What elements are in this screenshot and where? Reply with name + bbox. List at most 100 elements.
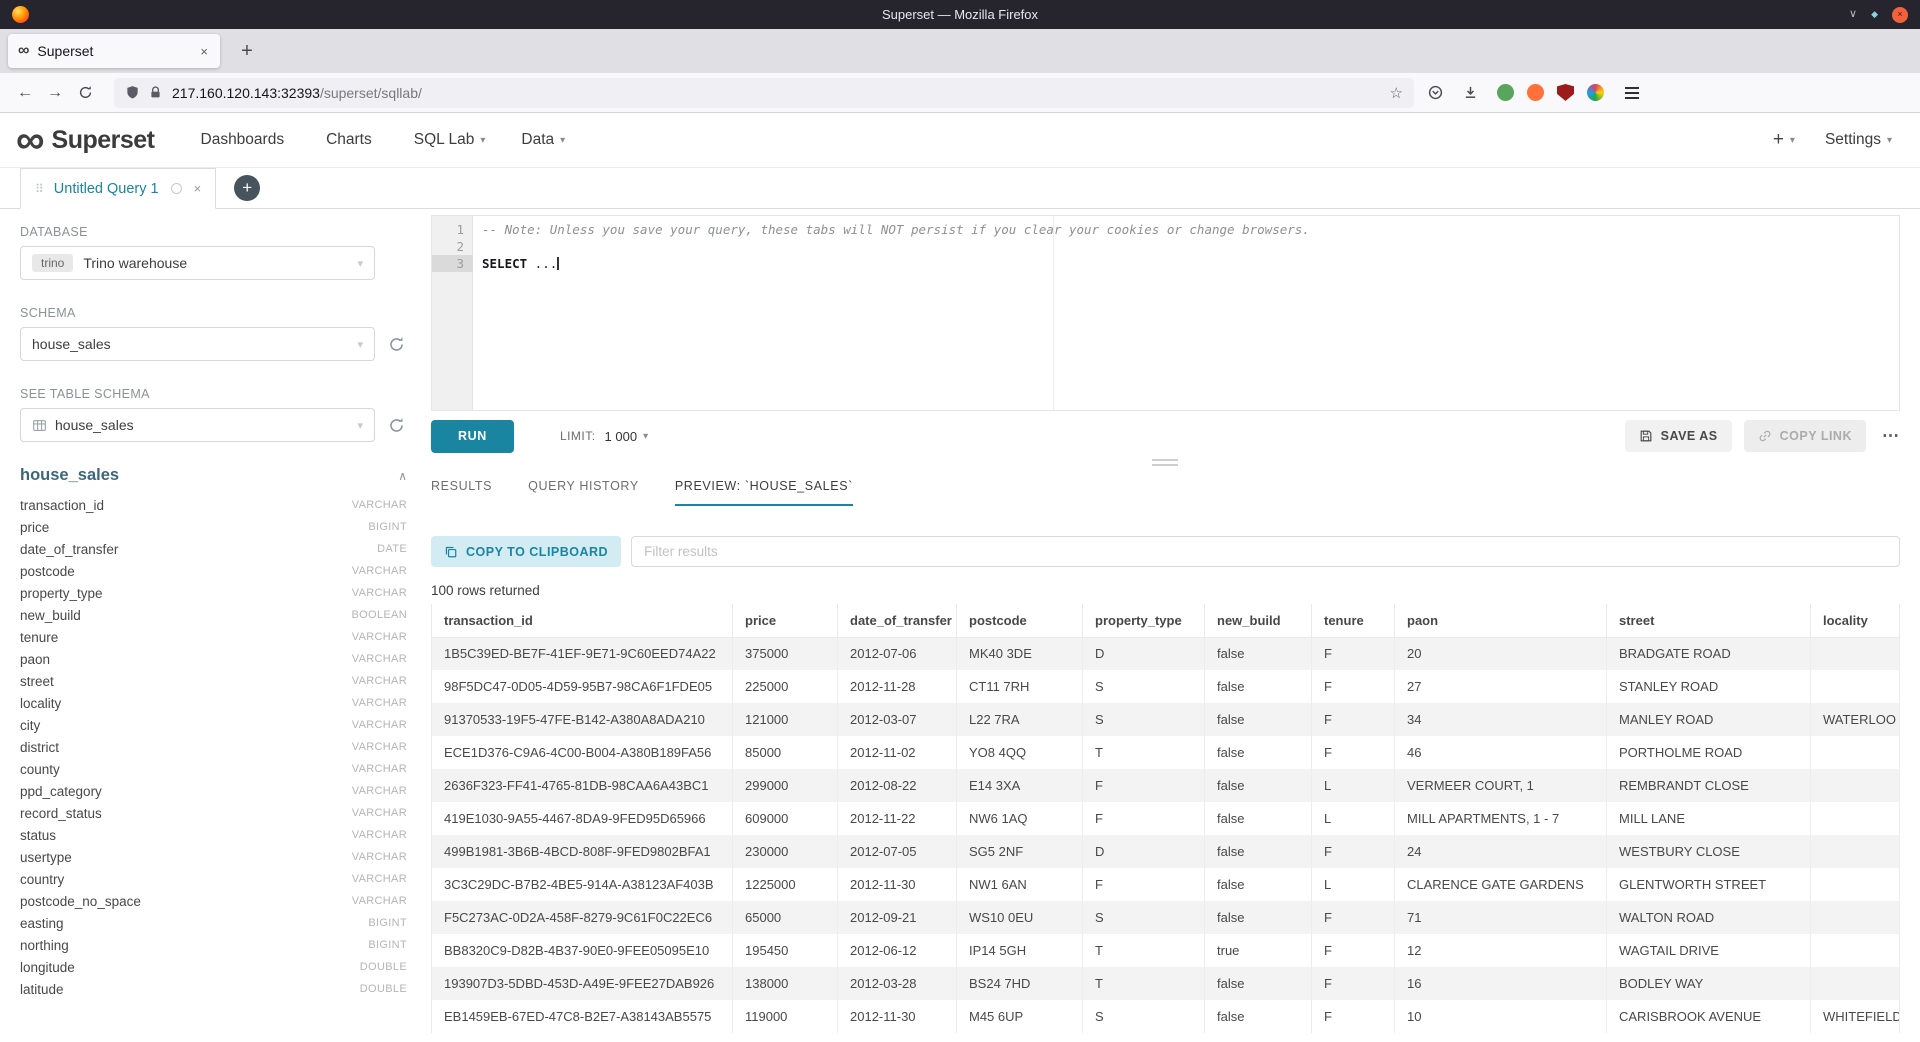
refresh-schemas-icon[interactable] — [388, 336, 405, 353]
grid-cell: F — [1312, 637, 1395, 670]
grid-cell: 2012-06-12 — [838, 934, 957, 967]
copy-link-button[interactable]: COPY LINK — [1744, 420, 1866, 452]
window-close-icon[interactable]: × — [1892, 7, 1908, 23]
forward-button[interactable]: → — [40, 78, 70, 108]
table-schema-title[interactable]: house_sales — [20, 466, 119, 485]
grid-row[interactable]: 1B5C39ED-BE7F-41EF-9E71-9C60EED74A22 375… — [432, 637, 1900, 670]
grid-cell: MANLEY ROAD — [1607, 703, 1811, 736]
extension-icon[interactable] — [1527, 84, 1544, 101]
grid-column-header[interactable]: price — [733, 604, 838, 637]
grid-cell: 85000 — [733, 736, 838, 769]
column-type: VARCHAR — [352, 653, 407, 665]
grid-column-header[interactable]: property_type — [1083, 604, 1205, 637]
column-name: longitude — [20, 960, 75, 975]
results-tab[interactable]: QUERY HISTORY — [528, 479, 639, 506]
grid-row[interactable]: 419E1030-9A55-4467-8DA9-9FED95D65966 609… — [432, 802, 1900, 835]
grid-row[interactable]: 499B1981-3B6B-4BCD-808F-9FED9802BFA1 230… — [432, 835, 1900, 868]
column-name: latitude — [20, 982, 64, 997]
limit-dropdown[interactable]: LIMIT: 1 000 ▾ — [560, 429, 648, 444]
column-row: county VARCHAR — [20, 758, 407, 780]
new-query-tab-button[interactable]: + — [234, 175, 260, 201]
grid-cell: CT11 7RH — [957, 670, 1083, 703]
copy-to-clipboard-button[interactable]: COPY TO CLIPBOARD — [431, 536, 621, 567]
grid-row[interactable]: BB8320C9-D82B-4B37-90E0-9FEE05095E10 195… — [432, 934, 1900, 967]
grid-column-header[interactable]: locality — [1811, 604, 1900, 637]
browser-tab[interactable]: ∞ Superset × — [8, 34, 220, 68]
grid-column-header[interactable]: date_of_transfer — [838, 604, 957, 637]
column-type: VARCHAR — [352, 697, 407, 709]
column-row: new_build BOOLEAN — [20, 604, 407, 626]
url-bar[interactable]: 217.160.120.143:32393/superset/sqllab/ ☆ — [114, 78, 1414, 108]
results-tab[interactable]: PREVIEW: `HOUSE_SALES` — [675, 479, 853, 506]
grid-cell: 121000 — [733, 703, 838, 736]
filter-results-input[interactable] — [631, 536, 1900, 567]
bookmark-star-icon[interactable]: ☆ — [1390, 84, 1403, 102]
nav-item[interactable]: Data ▾ — [521, 131, 565, 149]
grid-column-header[interactable]: new_build — [1205, 604, 1312, 637]
lock-icon[interactable] — [148, 85, 163, 100]
results-tab-label: QUERY HISTORY — [528, 479, 639, 493]
column-type: VARCHAR — [352, 719, 407, 731]
superset-logo[interactable]: ∞ Superset — [16, 124, 155, 156]
grid-column-header[interactable]: postcode — [957, 604, 1083, 637]
more-options-button[interactable]: ⋯ — [1882, 426, 1900, 446]
schema-select[interactable]: house_sales ▾ — [20, 327, 375, 361]
grid-row[interactable]: 98F5DC47-0D05-4D59-95B7-98CA6F1FDE05 225… — [432, 670, 1900, 703]
query-tab[interactable]: ⠿ Untitled Query 1 × — [20, 168, 216, 209]
menu-icon[interactable] — [1618, 79, 1646, 107]
grid-cell: 1B5C39ED-BE7F-41EF-9E71-9C60EED74A22 — [432, 637, 733, 670]
extension-icon[interactable] — [1497, 84, 1514, 101]
grid-cell: 1225000 — [733, 868, 838, 901]
refresh-tables-icon[interactable] — [388, 417, 405, 434]
window-minimize-icon[interactable]: ∨ — [1849, 9, 1857, 20]
settings-menu-button[interactable]: Settings ▾ — [1825, 131, 1892, 149]
chevron-up-icon[interactable]: ∧ — [398, 469, 407, 483]
grid-cell: 91370533-19F5-47FE-B142-A380A8ADA210 — [432, 703, 733, 736]
tracking-protection-shield-icon[interactable] — [125, 85, 140, 100]
grid-row[interactable]: ECE1D376-C9A6-4C00-B004-A380B189FA56 850… — [432, 736, 1900, 769]
grid-row[interactable]: 2636F323-FF41-4765-81DB-98CAA6A43BC1 299… — [432, 769, 1900, 802]
save-icon — [1639, 429, 1653, 443]
grid-cell — [1811, 901, 1900, 934]
grid-column-header[interactable]: tenure — [1312, 604, 1395, 637]
drag-handle-icon[interactable]: ⠿ — [35, 182, 44, 196]
query-tab-close-icon[interactable]: × — [194, 181, 202, 196]
grid-row[interactable]: 193907D3-5DBD-453D-A49E-9FEE27DAB926 138… — [432, 967, 1900, 1000]
sql-editor[interactable]: 1 -- Note: Unless you save your query, t… — [431, 215, 1900, 411]
column-row: easting BIGINT — [20, 912, 407, 934]
grid-row[interactable]: 91370533-19F5-47FE-B142-A380A8ADA210 121… — [432, 703, 1900, 736]
grid-row[interactable]: F5C273AC-0D2A-458F-8279-9C61F0C22EC6 650… — [432, 901, 1900, 934]
downloads-icon[interactable] — [1456, 79, 1484, 107]
table-icon — [32, 418, 47, 433]
column-row: transaction_id VARCHAR — [20, 494, 407, 516]
results-tab[interactable]: RESULTS — [431, 479, 492, 506]
nav-item[interactable]: SQL Lab ▾ — [414, 131, 486, 149]
grid-column-header[interactable]: street — [1607, 604, 1811, 637]
save-as-button[interactable]: SAVE AS — [1625, 420, 1732, 452]
window-maximize-icon[interactable]: ◆ — [1871, 10, 1878, 19]
grid-cell: 230000 — [733, 835, 838, 868]
reload-button[interactable] — [70, 78, 100, 108]
column-list: transaction_id VARCHAR price BIGINT date… — [20, 494, 407, 1000]
grid-row[interactable]: 3C3C29DC-B7B2-4BE5-914A-A38123AF403B 122… — [432, 868, 1900, 901]
back-button[interactable]: ← — [10, 78, 40, 108]
nav-item[interactable]: Charts — [326, 131, 378, 149]
grid-column-header[interactable]: transaction_id — [432, 604, 733, 637]
column-row: postcode_no_space VARCHAR — [20, 890, 407, 912]
grid-cell: D — [1083, 835, 1205, 868]
table-schema-label: SEE TABLE SCHEMA — [20, 387, 407, 401]
window-title: Superset — Mozilla Firefox — [0, 7, 1920, 22]
pane-resize-handle[interactable] — [1152, 459, 1178, 466]
add-new-menu-button[interactable]: + ▾ — [1773, 129, 1795, 151]
grid-column-header[interactable]: paon — [1395, 604, 1607, 637]
new-tab-button[interactable]: + — [232, 36, 262, 66]
tab-close-icon[interactable]: × — [198, 44, 210, 59]
extension-icon[interactable] — [1587, 84, 1604, 101]
extension-shield-icon[interactable] — [1557, 84, 1574, 101]
pocket-icon[interactable] — [1421, 79, 1449, 107]
database-select[interactable]: trino Trino warehouse ▾ — [20, 246, 375, 280]
run-button[interactable]: RUN — [431, 420, 514, 453]
nav-item[interactable]: Dashboards — [201, 131, 291, 149]
grid-row[interactable]: EB1459EB-67ED-47C8-B2E7-A38143AB5575 119… — [432, 1000, 1900, 1033]
table-select[interactable]: house_sales ▾ — [20, 408, 375, 442]
